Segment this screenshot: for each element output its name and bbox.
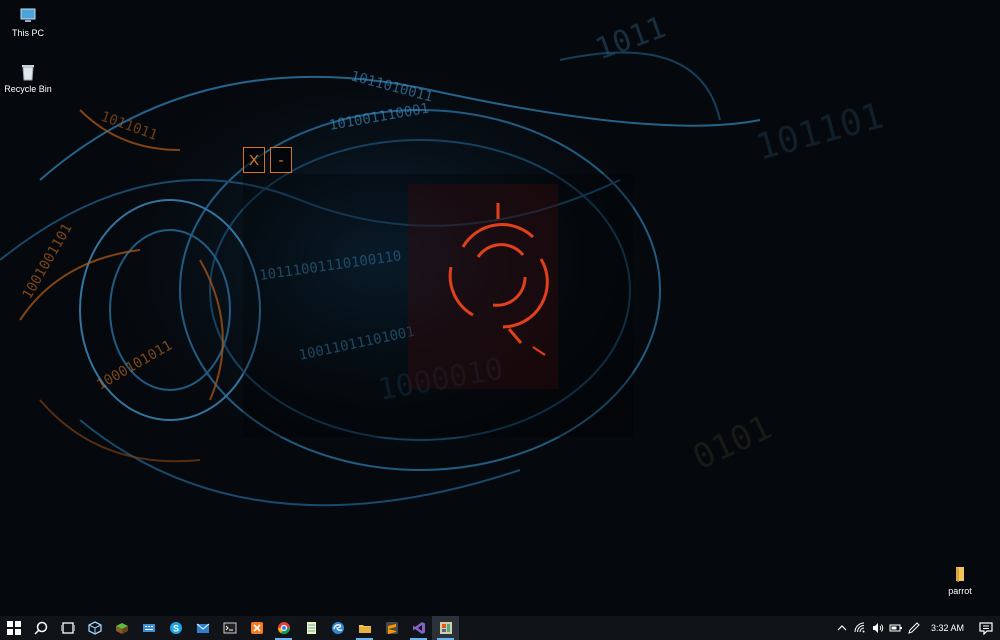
close-button[interactable]: X [243, 147, 265, 173]
taskbar: S 3:32 AM [0, 616, 1000, 640]
edge-icon [331, 622, 344, 634]
task-view-icon [60, 622, 75, 634]
folder-icon [956, 567, 964, 582]
wifi-icon [854, 622, 865, 633]
loading-ring-icon [448, 203, 549, 356]
start-button[interactable] [0, 616, 27, 640]
volume-button[interactable] [869, 616, 887, 640]
desktop-icon-label: This PC [11, 28, 44, 38]
sublime-text-icon [385, 622, 398, 634]
system-tray: 3:32 AM [833, 616, 1000, 640]
minimize-button[interactable]: - [270, 147, 292, 173]
desktop-icon-recycle-bin[interactable]: Recycle Bin [0, 62, 56, 95]
taskbar-app-file-explorer[interactable] [351, 616, 378, 640]
taskbar-app-edge[interactable] [324, 616, 351, 640]
notification-icon [979, 622, 993, 635]
taskbar-app-minecraft[interactable] [108, 616, 135, 640]
taskbar-app-3d-builder[interactable] [81, 616, 108, 640]
taskbar-app-skype[interactable]: S [162, 616, 189, 640]
desktop-icon-parrot[interactable]: parrot [932, 564, 988, 597]
task-view-button[interactable] [54, 616, 81, 640]
visual-studio-icon [412, 622, 425, 634]
battery-button[interactable] [887, 616, 905, 640]
volume-icon [872, 623, 884, 633]
action-center-button[interactable] [972, 616, 1000, 640]
taskbar-app-xampp[interactable] [243, 616, 270, 640]
search-icon [33, 621, 47, 635]
app-window-icon [439, 622, 452, 634]
recycle-bin-icon [22, 65, 34, 81]
keyboard-icon [142, 624, 155, 632]
xampp-icon [250, 622, 263, 634]
taskbar-app-sublime-text[interactable] [378, 616, 405, 640]
file-explorer-icon [358, 625, 371, 633]
clock[interactable]: 3:32 AM [923, 623, 972, 633]
network-button[interactable] [851, 616, 869, 640]
minecraft-icon [115, 623, 128, 634]
pen-icon [908, 622, 920, 634]
3d-builder-icon [87, 621, 102, 635]
search-button[interactable] [27, 616, 54, 640]
svg-text:S: S [172, 624, 178, 634]
chevron-up-icon [837, 625, 847, 631]
start-icon [6, 621, 21, 635]
show-hidden-icons-button[interactable] [833, 616, 851, 640]
this-pc-icon [20, 8, 36, 22]
skype-icon: S [169, 622, 182, 634]
chrome-icon [277, 622, 290, 635]
taskbar-app-visual-studio[interactable] [405, 616, 432, 640]
desktop-icon-label: parrot [948, 586, 972, 596]
desktop-icon-label: Recycle Bin [4, 84, 52, 94]
desktop-icon-this-pc[interactable]: This PC [0, 6, 56, 39]
overlay-window: X - [243, 147, 633, 437]
taskbar-app-window[interactable] [432, 616, 459, 640]
pen-workspace-button[interactable] [905, 616, 923, 640]
taskbar-app-command-prompt[interactable] [216, 616, 243, 640]
taskbar-app-keyboard[interactable] [135, 616, 162, 640]
battery-icon [889, 624, 902, 632]
taskbar-app-chrome[interactable] [270, 616, 297, 640]
command-prompt-icon [223, 622, 236, 634]
mail-icon [196, 623, 209, 633]
notepad-icon [306, 622, 316, 634]
taskbar-app-notepad[interactable] [297, 616, 324, 640]
taskbar-app-mail[interactable] [189, 616, 216, 640]
